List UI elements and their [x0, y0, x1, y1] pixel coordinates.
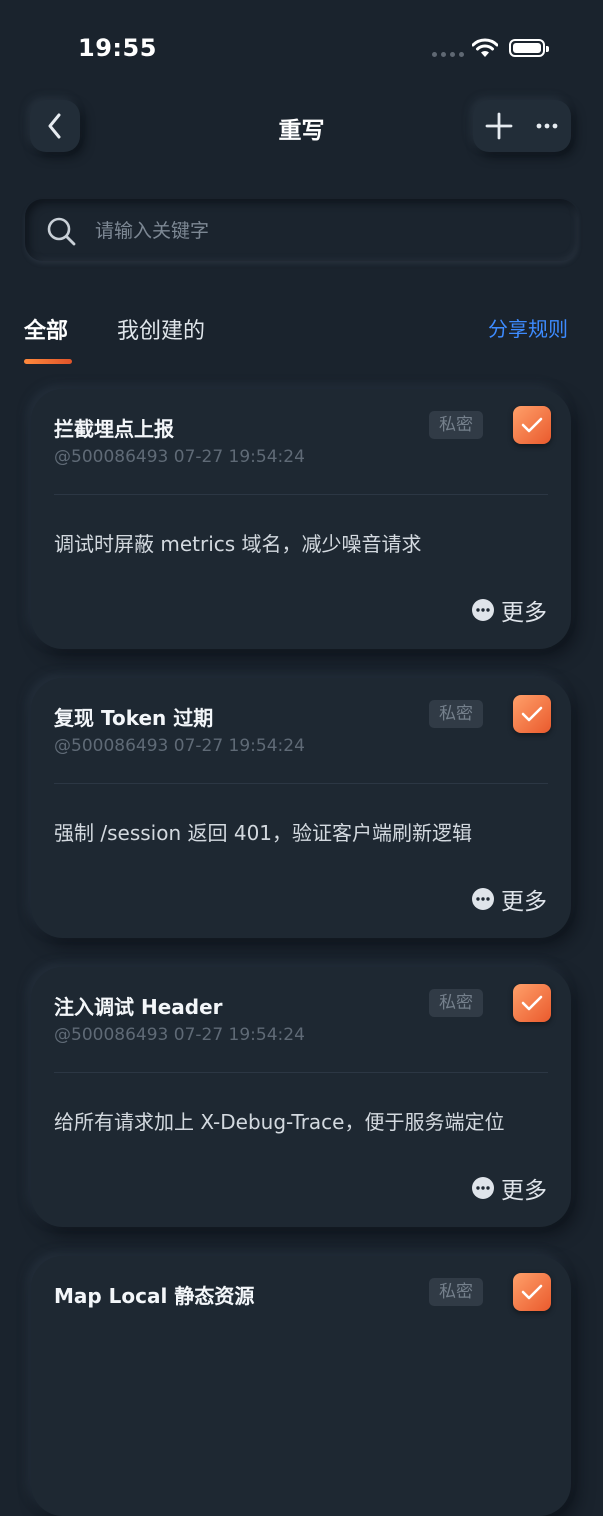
- private-badge: 私密: [429, 411, 483, 439]
- card-divider: [54, 494, 548, 495]
- more-label: 更多: [501, 889, 547, 915]
- private-badge: 私密: [429, 989, 483, 1017]
- plus-icon: [485, 112, 513, 140]
- rule-card[interactable]: 注入调试 Header @500086493 07-27 19:54:24 私密…: [31, 967, 571, 1227]
- nav-bar: 重写: [0, 95, 603, 159]
- rule-description: 给所有请求加上 X-Debug-Trace，便于服务端定位: [54, 1110, 505, 1134]
- battery-icon: [509, 39, 549, 57]
- checkmark-icon: [521, 706, 543, 722]
- search-input[interactable]: [93, 211, 557, 251]
- rule-enabled-checkbox[interactable]: [513, 1273, 551, 1311]
- rule-title: Map Local 静态资源: [54, 1284, 255, 1308]
- wifi-icon: [472, 38, 498, 57]
- tab-mine[interactable]: 我创建的: [117, 313, 205, 345]
- status-time: 19:55: [78, 34, 157, 62]
- rule-card[interactable]: 拦截埋点上报 @500086493 07-27 19:54:24 私密 调试时屏…: [31, 389, 571, 649]
- rule-card[interactable]: Map Local 静态资源 私密: [31, 1256, 571, 1516]
- rule-title: 注入调试 Header: [54, 995, 223, 1019]
- private-badge: 私密: [429, 700, 483, 728]
- rule-meta: @500086493 07-27 19:54:24: [54, 736, 305, 756]
- rule-meta: @500086493 07-27 19:54:24: [54, 1025, 305, 1045]
- search-icon: [47, 217, 76, 246]
- nav-actions: [473, 100, 571, 152]
- search-bar: [25, 199, 578, 261]
- rule-title: 拦截埋点上报: [54, 417, 174, 441]
- more-label: 更多: [501, 600, 547, 626]
- card-divider: [54, 783, 548, 784]
- status-bar: 19:55: [0, 0, 603, 90]
- ellipsis-icon: [536, 123, 558, 129]
- card-divider: [54, 1072, 548, 1073]
- tab-bar: 全部 我创建的 分享规则: [0, 305, 603, 375]
- rule-meta: @500086493 07-27 19:54:24: [54, 447, 305, 467]
- more-label: 更多: [501, 1178, 547, 1204]
- share-rules-link[interactable]: 分享规则: [488, 313, 568, 342]
- rule-description: 强制 /session 返回 401，验证客户端刷新逻辑: [54, 821, 473, 845]
- rule-enabled-checkbox[interactable]: [513, 984, 551, 1022]
- tab-all[interactable]: 全部: [24, 313, 68, 345]
- more-button[interactable]: 更多: [472, 1173, 547, 1204]
- cellular-signal-icon: [432, 52, 464, 58]
- checkmark-icon: [521, 1284, 543, 1300]
- rule-enabled-checkbox[interactable]: [513, 695, 551, 733]
- rule-card[interactable]: 复现 Token 过期 @500086493 07-27 19:54:24 私密…: [31, 678, 571, 938]
- checkmark-icon: [521, 417, 543, 433]
- more-dots-icon: [472, 888, 494, 910]
- more-button[interactable]: 更多: [472, 595, 547, 626]
- more-options-button[interactable]: [525, 100, 569, 152]
- more-dots-icon: [472, 599, 494, 621]
- checkmark-icon: [521, 995, 543, 1011]
- more-dots-icon: [472, 1177, 494, 1199]
- rule-enabled-checkbox[interactable]: [513, 406, 551, 444]
- more-button[interactable]: 更多: [472, 884, 547, 915]
- private-badge: 私密: [429, 1278, 483, 1306]
- add-button[interactable]: [475, 100, 523, 152]
- rule-title: 复现 Token 过期: [54, 706, 214, 730]
- active-tab-indicator: [24, 359, 72, 364]
- rule-description: 调试时屏蔽 metrics 域名，减少噪音请求: [54, 532, 422, 556]
